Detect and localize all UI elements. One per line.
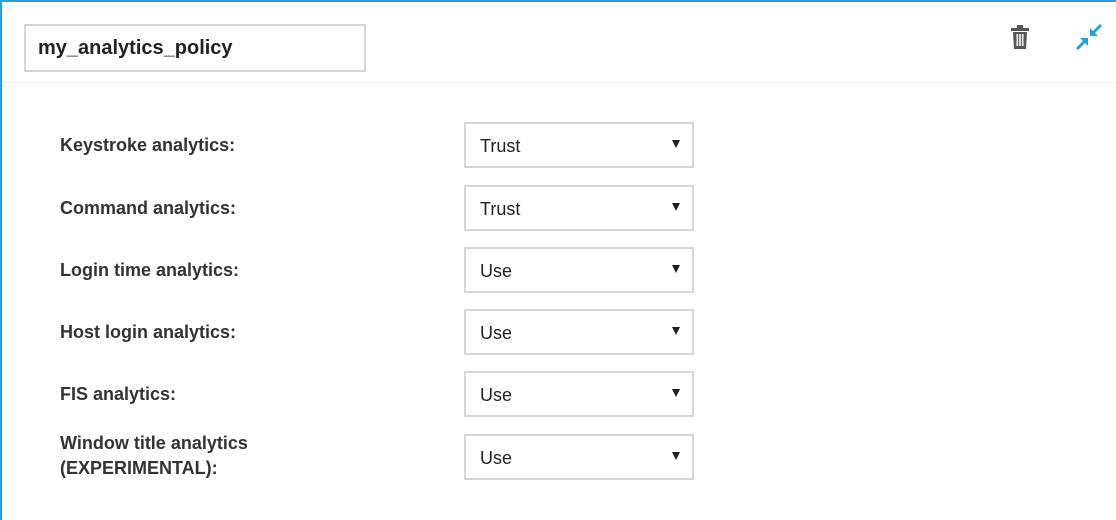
setting-label: Host login analytics: [60,322,237,342]
setting-label: Login time analytics: [60,260,240,280]
dropdown-arrow-icon [672,327,680,335]
setting-row-window-title: Window title analytics (EXPERIMENTAL): U… [2,433,1002,484]
dropdown-arrow-icon [672,389,680,397]
window-title-analytics-select[interactable]: Use [464,434,694,480]
policy-name-input[interactable] [24,24,366,72]
dropdown-arrow-icon [672,203,680,211]
dropdown-arrow-icon [672,140,680,148]
command-analytics-select[interactable]: Trust [464,185,694,231]
setting-label: FIS analytics: [60,384,177,404]
keystroke-analytics-select[interactable]: Trust [464,122,694,168]
setting-row-login-time: Login time analytics: Use [2,247,1002,297]
setting-label: Keystroke analytics: [60,135,236,155]
dropdown-arrow-icon [672,265,680,273]
setting-row-command: Command analytics: Trust [2,185,1002,235]
setting-row-host-login: Host login analytics: Use [2,309,1002,359]
setting-label-line1: Window title analytics [60,433,248,453]
login-time-analytics-select[interactable]: Use [464,247,694,293]
trash-icon[interactable] [1008,24,1032,50]
setting-row-fis: FIS analytics: Use [2,371,1002,421]
select-value: Use [480,385,513,405]
dropdown-arrow-icon [672,452,680,460]
select-value: Use [480,448,513,468]
setting-row-keystroke: Keystroke analytics: Trust [2,122,1002,172]
setting-label: Command analytics: [60,198,237,218]
collapse-icon[interactable] [1074,22,1104,52]
setting-label-line2: (EXPERIMENTAL): [60,458,218,478]
select-value: Trust [480,199,521,219]
host-login-analytics-select[interactable]: Use [464,309,694,355]
select-value: Trust [480,136,521,156]
policy-header [2,2,1116,83]
select-value: Use [480,323,513,343]
select-value: Use [480,261,513,281]
fis-analytics-select[interactable]: Use [464,371,694,417]
policy-panel: Keystroke analytics: Trust Command analy… [0,0,1116,520]
